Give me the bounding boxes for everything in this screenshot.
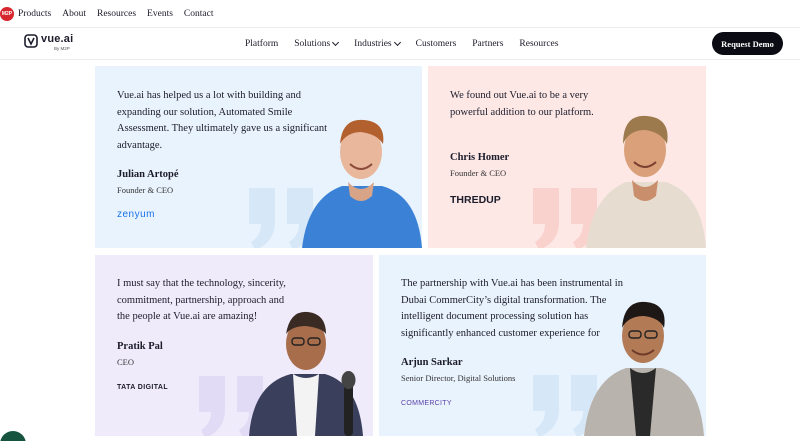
brand-name: vue.ai: [41, 33, 74, 45]
testimonial-name: Arjun Sarkar: [401, 357, 463, 368]
testimonial-role: Founder & CEO: [117, 185, 174, 195]
chat-widget-button[interactable]: [0, 431, 26, 441]
testimonial-name: Chris Homer: [450, 152, 510, 163]
arjun-photo: [584, 301, 704, 436]
chris-photo: [586, 115, 706, 248]
nav-item-label: Solutions: [294, 38, 331, 49]
nav-item-solutions[interactable]: Solutions: [294, 38, 340, 49]
testimonial-name: Julian Artopé: [117, 169, 179, 180]
nav-item-resources[interactable]: Resources: [519, 39, 558, 49]
nav-item-label: Industries: [354, 38, 392, 49]
toplink-contact[interactable]: Contact: [184, 9, 214, 19]
top-utility-bar: M2P Products About Resources Events Cont…: [0, 0, 800, 28]
nav-item-platform[interactable]: Platform: [245, 39, 278, 49]
testimonial-card-pratik: I must say that the technology, sincerit…: [95, 255, 373, 436]
testimonial-card-julian: Vue.ai has helped us a lot with building…: [95, 66, 422, 248]
pratik-photo: [249, 311, 363, 436]
nav-item-label: Platform: [245, 38, 279, 49]
nav-item-industries[interactable]: Industries: [354, 38, 401, 49]
zenyum-logo: zenyum: [117, 209, 156, 220]
testimonial-card-arjun: The partnership with Vue.ai has been ins…: [379, 255, 706, 436]
toplink-resources[interactable]: Resources: [97, 9, 136, 19]
testimonial-name: Pratik Pal: [117, 341, 163, 352]
thredup-logo: THREDUP: [450, 194, 501, 206]
nav-item-label: Resources: [519, 38, 559, 49]
vue-ai-mark-icon: [24, 34, 38, 48]
nav-item-label: Partners: [472, 38, 504, 49]
nav-item-partners[interactable]: Partners: [472, 39, 503, 49]
request-demo-button[interactable]: Request Demo: [712, 32, 783, 55]
commercity-logo: COMMERCITY: [401, 400, 452, 407]
chevron-down-icon: [393, 38, 401, 46]
brand-subtitle: By M2P: [54, 46, 70, 51]
m2p-logo[interactable]: M2P: [0, 6, 14, 21]
testimonial-role: Senior Director, Digital Solutions: [401, 373, 516, 383]
toplink-events[interactable]: Events: [147, 9, 173, 19]
nav-item-label: Customers: [415, 38, 457, 49]
testimonial-role: CEO: [117, 357, 134, 367]
julian-photo: [302, 119, 422, 248]
chevron-down-icon: [332, 38, 340, 46]
nav-item-customers[interactable]: Customers: [416, 39, 457, 49]
testimonial-role: Founder & CEO: [450, 168, 507, 178]
toplink-products[interactable]: Products: [18, 9, 51, 19]
nav-links: Platform Solutions Industries Customers …: [245, 28, 574, 59]
toplink-about[interactable]: About: [62, 9, 86, 19]
vue-ai-logo[interactable]: vue.ai By M2P: [24, 33, 74, 51]
testimonial-card-chris: We found out Vue.ai to be a very powerfu…: [428, 66, 706, 248]
testimonial-quote: We found out Vue.ai to be a very powerfu…: [450, 90, 594, 118]
main-navigation: vue.ai By M2P Platform Solutions Industr…: [0, 28, 800, 60]
tata-digital-logo: TATA DIGITAL: [117, 384, 169, 391]
